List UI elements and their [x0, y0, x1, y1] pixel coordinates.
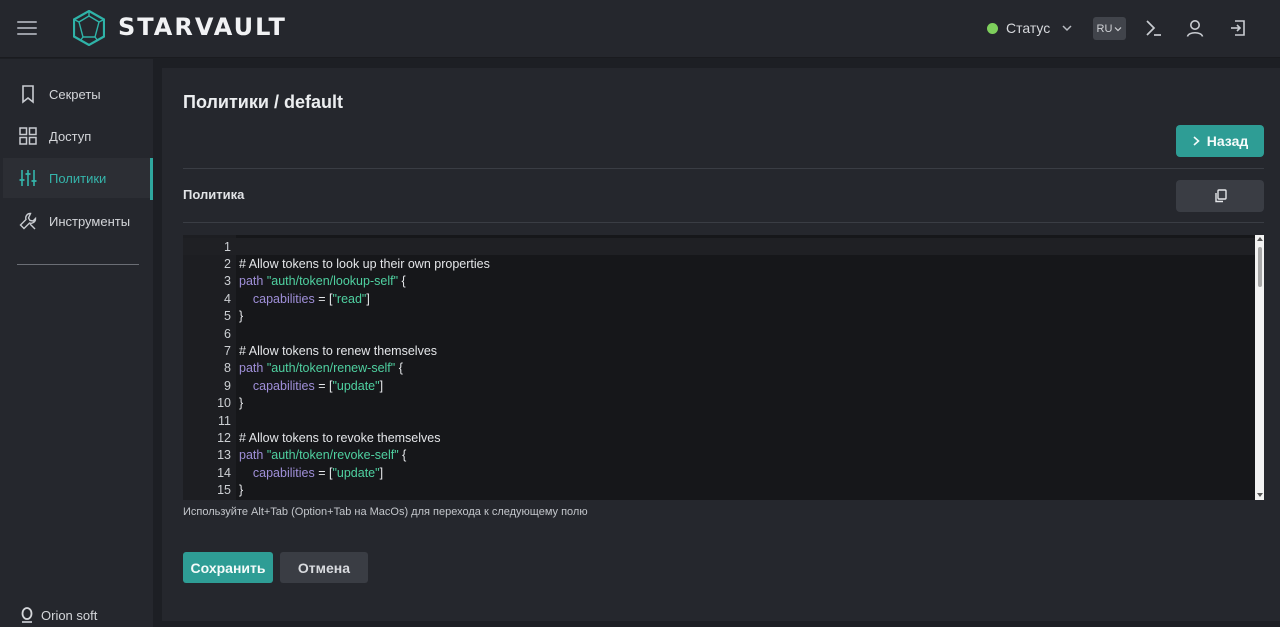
- chevron-down-icon: [1115, 26, 1122, 31]
- line-number: 3: [224, 274, 231, 289]
- terminal-icon[interactable]: [1142, 17, 1164, 39]
- code-line: 1: [183, 238, 1255, 256]
- menu-icon[interactable]: [17, 19, 37, 37]
- copy-icon: [1214, 189, 1227, 203]
- chevron-right-icon: [1193, 136, 1200, 146]
- code-line: 8 path "auth/token/renew-self" {: [183, 360, 1255, 377]
- code-text: # Allow tokens to look up their own prop…: [239, 257, 490, 272]
- line-number: 13: [217, 448, 231, 463]
- logout-icon[interactable]: [1227, 17, 1249, 39]
- code-line: 4 capabilities = ["read"]: [183, 290, 1255, 307]
- copy-button[interactable]: [1176, 180, 1264, 212]
- user-icon[interactable]: [1184, 17, 1206, 39]
- sidebar-item-label: Инструменты: [49, 213, 131, 229]
- sliders-icon: [19, 170, 37, 186]
- code-line: 15}: [183, 482, 1255, 499]
- back-button-label: Назад: [1206, 133, 1249, 149]
- sidebar-item-label: Секреты: [49, 86, 101, 102]
- footer-brand-label: Orion soft: [41, 607, 98, 623]
- section-label: Политика: [183, 187, 245, 202]
- code-line: 14 capabilities = ["update"]: [183, 464, 1255, 481]
- code-text: capabilities = ["update"]: [252, 465, 384, 480]
- language-select[interactable]: RU: [1093, 17, 1126, 40]
- code-text: capabilities = ["update"]: [252, 378, 384, 393]
- status-dropdown[interactable]: Статус: [987, 18, 1072, 38]
- page-title: Политики / default: [183, 92, 343, 112]
- back-button[interactable]: Назад: [1176, 125, 1264, 157]
- code-text: capabilities = ["read"]: [252, 291, 370, 306]
- bookmark-icon: [22, 85, 34, 104]
- chevron-down-icon: [1062, 25, 1072, 32]
- code-line: 7 # Allow tokens to renew themselves: [183, 342, 1255, 359]
- sidebar-divider: [17, 264, 139, 265]
- code-line: 5}: [183, 308, 1255, 325]
- code-text: # Allow tokens to renew themselves: [239, 344, 438, 359]
- code-text: }: [239, 396, 244, 411]
- orion-logo-icon: [21, 607, 33, 623]
- code-editor[interactable]: 1 2 # Allow tokens to look up their own pr…: [183, 235, 1264, 500]
- scroll-up-icon[interactable]: [1257, 237, 1263, 241]
- grid-icon: [19, 127, 37, 145]
- code-line: 3 path "auth/token/lookup-self" {: [183, 273, 1255, 290]
- sidebar-item-label: Доступ: [49, 128, 92, 144]
- status-indicator: [987, 22, 998, 34]
- line-number: 6: [224, 326, 231, 341]
- keyboard-hint: Используйте Alt+Tab (Option+Tab на MacOs…: [183, 506, 588, 518]
- save-button[interactable]: Сохранить: [183, 552, 273, 583]
- line-number: 7: [224, 344, 231, 359]
- sidebar-item-policies[interactable]: Политики: [3, 158, 153, 200]
- footer-brand: Orion soft: [20, 607, 97, 623]
- line-number: 15: [217, 483, 231, 498]
- line-number: 10: [217, 396, 231, 411]
- line-number: 14: [217, 465, 231, 480]
- wrench-icon: [19, 212, 37, 230]
- code-line: 2 # Allow tokens to look up their own pro…: [183, 255, 1255, 272]
- code-text: path "auth/token/renew-self" {: [239, 361, 403, 376]
- cancel-button[interactable]: Отмена: [280, 552, 368, 583]
- scrollbar-thumb[interactable]: [1258, 247, 1262, 287]
- line-number: 2: [224, 257, 231, 272]
- line-number: 5: [224, 309, 231, 324]
- sidebar: Секреты Доступ Политики Инструменты Orio…: [0, 59, 153, 627]
- divider: [183, 222, 1264, 223]
- code-line: 9 capabilities = ["update"]: [183, 377, 1255, 394]
- line-number: 4: [224, 291, 231, 306]
- line-number: 11: [218, 413, 231, 428]
- logo-icon: [73, 10, 105, 46]
- divider: [183, 168, 1264, 169]
- line-number: 12: [217, 431, 231, 446]
- code-line: 10}: [183, 395, 1255, 412]
- top-bar: STARVAULT Статус RU: [0, 0, 1280, 58]
- sidebar-item-access[interactable]: Доступ: [3, 116, 153, 156]
- brand-name: STARVAULT: [118, 13, 287, 41]
- sidebar-item-tools[interactable]: Инструменты: [3, 201, 153, 241]
- scroll-down-icon[interactable]: [1257, 493, 1263, 497]
- code-text: }: [239, 309, 244, 324]
- sidebar-item-label: Политики: [49, 170, 107, 186]
- code-line: 13 path "auth/token/revoke-self" {: [183, 447, 1255, 464]
- line-number: 1: [224, 239, 231, 254]
- code-text: path "auth/token/revoke-self" {: [239, 448, 407, 463]
- code-text: # Allow tokens to revoke themselves: [239, 431, 441, 446]
- line-number: 9: [224, 378, 231, 393]
- main-panel: Политики / default Назад Политика 1 2 # Al…: [162, 68, 1280, 621]
- code-line: 6: [183, 325, 1255, 342]
- code-line: 11: [183, 412, 1255, 429]
- status-label: Статус: [1006, 20, 1051, 36]
- sidebar-item-secrets[interactable]: Секреты: [3, 74, 153, 114]
- language-label: RU: [1096, 22, 1113, 35]
- code-text: path "auth/token/lookup-self" {: [239, 274, 406, 289]
- line-number: 8: [224, 361, 231, 376]
- code-line: 12 # Allow tokens to revoke themselves: [183, 429, 1255, 446]
- code-text: }: [239, 483, 244, 498]
